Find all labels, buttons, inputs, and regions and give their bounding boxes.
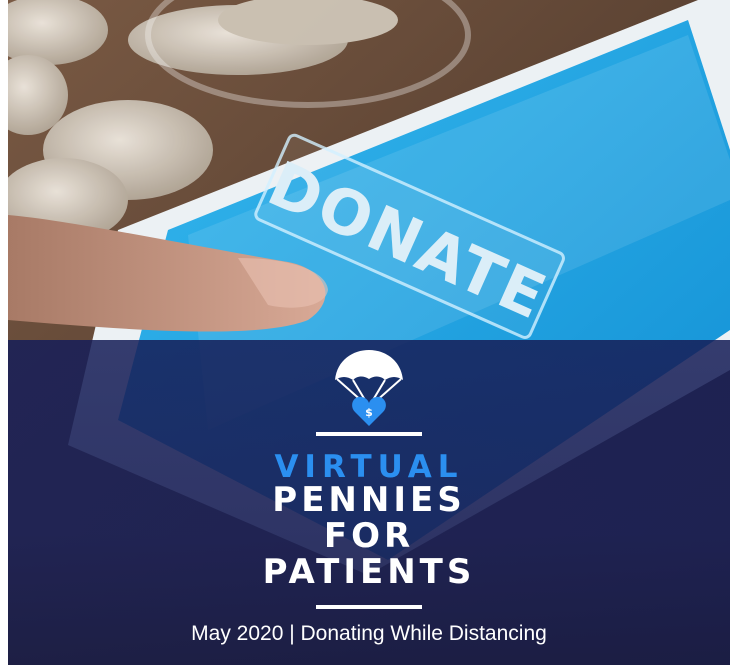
divider-top	[316, 432, 422, 436]
title-for: FOR	[323, 516, 415, 556]
banner: DONATE $ VIRTUAL PENNIES FOR PATIENTS Ma…	[8, 0, 730, 665]
parachute-heart-dollar-icon: $	[335, 350, 403, 426]
divider-bottom	[316, 605, 422, 609]
subtitle: May 2020 | Donating While Distancing	[191, 622, 547, 645]
dollar-sign: $	[365, 406, 373, 419]
title-patients: PATIENTS	[262, 552, 476, 592]
title-pennies: PENNIES	[272, 480, 466, 520]
